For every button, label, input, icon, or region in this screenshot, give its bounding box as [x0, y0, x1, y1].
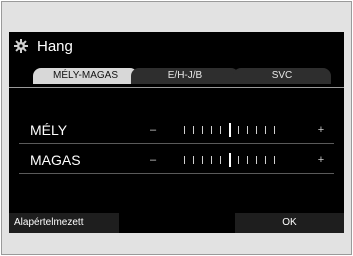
slider-tick: [184, 126, 185, 134]
mely-plus-button[interactable]: +: [314, 118, 328, 142]
slider-tick: [238, 156, 239, 164]
slider-tick: [256, 156, 257, 164]
slider-tick: [211, 156, 212, 164]
slider-tick: [256, 126, 257, 134]
header: Hang: [9, 32, 344, 62]
ok-button[interactable]: OK: [235, 213, 344, 233]
magas-plus-button[interactable]: +: [314, 148, 328, 172]
bottom-bar: Alapértelmezett OK: [9, 213, 344, 233]
tab-eh-jb[interactable]: E/H-J/B: [131, 68, 239, 84]
slider-tick: [238, 126, 239, 134]
setting-label-mely: MÉLY: [30, 122, 68, 138]
screen: Hang MÉLY-MAGAS E/H-J/B SVC MÉLY – + MAG…: [9, 32, 344, 233]
gear-icon: [14, 39, 28, 53]
setting-row-magas: MAGAS – +: [9, 148, 344, 174]
mely-minus-button[interactable]: –: [146, 118, 160, 142]
tab-bar: MÉLY-MAGAS E/H-J/B SVC: [9, 62, 344, 88]
setting-label-magas: MAGAS: [30, 152, 81, 168]
tab-svc[interactable]: SVC: [233, 68, 331, 84]
slider-tick: [193, 126, 194, 134]
slider-tick: [202, 126, 203, 134]
divider: [19, 173, 334, 174]
slider-knob: [228, 123, 231, 137]
slider-tick: [220, 126, 221, 134]
slider-tick: [220, 156, 221, 164]
slider-tick: [274, 126, 275, 134]
slider-knob: [228, 153, 231, 167]
mely-slider[interactable]: [174, 118, 314, 142]
device-frame: Hang MÉLY-MAGAS E/H-J/B SVC MÉLY – + MAG…: [1, 1, 352, 255]
slider-tick: [211, 126, 212, 134]
tab-mely-magas[interactable]: MÉLY-MAGAS: [33, 68, 138, 84]
slider-tick: [184, 156, 185, 164]
magas-slider[interactable]: [174, 148, 314, 172]
slider-tick: [265, 126, 266, 134]
slider-tick: [247, 126, 248, 134]
magas-minus-button[interactable]: –: [146, 148, 160, 172]
slider-tick: [274, 156, 275, 164]
slider-tick: [247, 156, 248, 164]
page-title: Hang: [37, 38, 73, 55]
slider-tick: [193, 156, 194, 164]
slider-tick: [265, 156, 266, 164]
slider-tick: [202, 156, 203, 164]
divider: [19, 143, 334, 144]
default-button[interactable]: Alapértelmezett: [9, 213, 119, 233]
setting-row-mely: MÉLY – +: [9, 118, 344, 144]
